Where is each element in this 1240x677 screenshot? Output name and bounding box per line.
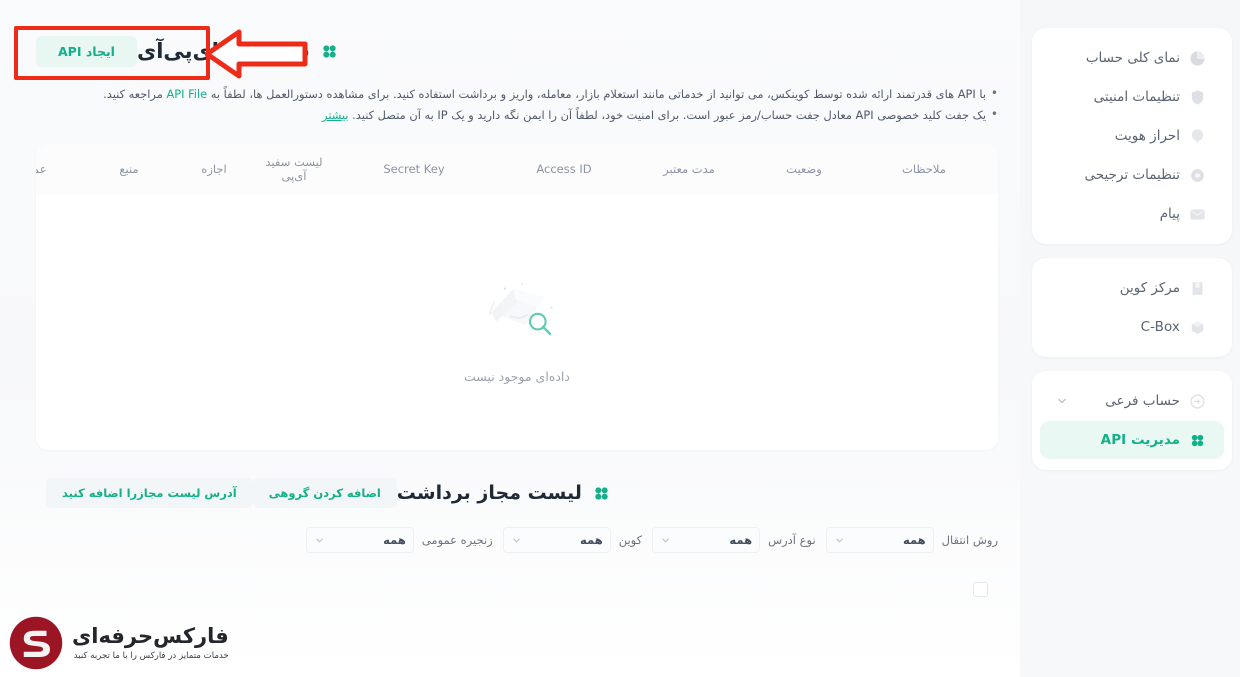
four-dots-icon — [320, 42, 339, 61]
sidebar-item-coin-center[interactable]: مرکز کوین — [1040, 269, 1224, 307]
api-file-link[interactable]: API File — [166, 87, 207, 101]
column-header-status: وضعیت — [786, 162, 822, 176]
select-value: همه — [902, 533, 926, 547]
coin-stack-icon — [1189, 280, 1206, 297]
chain-filter: زنجیره عمومی همه — [305, 527, 493, 553]
badge-check-icon — [1189, 128, 1206, 145]
notice-list: با API های قدرتمند ارائه شده توسط کوینکس… — [36, 83, 998, 126]
sidebar-item-label: مرکز کوین — [1119, 280, 1180, 296]
watermark-logo: فارکس‌حرفه‌ای خدمات متمایز در فارکس را ب… — [8, 615, 229, 671]
sidebar-item-sub-account[interactable]: حساب فرعی — [1040, 382, 1224, 420]
sidebar: نمای کلی حساب تنظیمات امنیتی احراز هویت … — [1020, 0, 1240, 677]
box-icon — [1189, 319, 1206, 336]
sidebar-item-account-overview[interactable]: نمای کلی حساب — [1040, 39, 1224, 77]
chevron-down-icon — [314, 535, 325, 546]
select-value: همه — [729, 533, 753, 547]
shield-icon — [1189, 89, 1206, 106]
page-header: فهرست ای‌پی‌آی ایجاد API — [36, 22, 998, 80]
filter-label: زنجیره عمومی — [421, 533, 493, 547]
address-type-filter: نوع آدرس همه — [652, 527, 816, 553]
add-whitelist-address-button[interactable]: آدرس لیست مجازرا اضافه کنید — [46, 478, 253, 508]
withdraw-filters: روش انتقال همه نوع آدرس همه کوین همه زنج… — [36, 524, 998, 556]
sidebar-item-preferences[interactable]: تنظیمات ترجیحی — [1040, 156, 1224, 194]
page-title: فهرست ای‌پی‌آی — [137, 39, 339, 63]
column-header-notes: ملاحظات — [902, 162, 946, 176]
column-header-access-id: Access ID — [536, 162, 592, 176]
notice-item-2: یک جفت کلید خصوصی API معادل جفت حساب/رمز… — [36, 104, 998, 126]
chevron-down-icon[interactable] — [1054, 395, 1068, 407]
sliders-icon — [1189, 167, 1206, 184]
withdraw-section-header: لیست مجاز برداشت اضافه کردن گروهی آدرس ل… — [36, 476, 998, 510]
column-header-valid: مدت معتبر — [663, 162, 715, 176]
address-type-select[interactable]: همه — [652, 527, 761, 553]
empty-state: داده‌ای موجود نیست — [36, 194, 998, 450]
main-content: فهرست ای‌پی‌آی ایجاد API با API های قدرت… — [0, 0, 1020, 677]
api-table-header: ملاحظات وضعیت مدت معتبر Access ID Secret… — [36, 144, 998, 194]
watermark-title: فارکس‌حرفه‌ای — [72, 623, 229, 648]
sidebar-item-security-settings[interactable]: تنظیمات امنیتی — [1040, 78, 1224, 116]
coin-select[interactable]: همه — [502, 527, 611, 553]
coin-filter: کوین همه — [502, 527, 643, 553]
sidebar-item-label: نمای کلی حساب — [1085, 50, 1180, 66]
filter-label: نوع آدرس — [768, 533, 816, 547]
four-dots-icon — [1189, 432, 1206, 449]
more-link[interactable]: بیشتر — [322, 108, 349, 122]
transfer-method-select[interactable]: همه — [825, 527, 934, 553]
select-value: همه — [383, 533, 406, 547]
empty-state-text: داده‌ای موجود نیست — [464, 368, 570, 384]
app-root: نمای کلی حساب تنظیمات امنیتی احراز هویت … — [0, 0, 1240, 677]
column-header-operations: عملیات — [36, 162, 47, 176]
filter-label: کوین — [618, 533, 643, 547]
withdraw-section-title: لیست مجاز برداشت — [397, 482, 611, 504]
chevron-down-icon — [834, 535, 845, 546]
sidebar-item-label: پیام — [1159, 206, 1180, 222]
sidebar-item-label: تنظیمات ترجیحی — [1084, 167, 1180, 183]
sidebar-item-label: حساب فرعی — [1105, 393, 1180, 409]
forex-s-logo — [9, 616, 63, 670]
withdraw-section-title-text: لیست مجاز برداشت — [396, 482, 582, 504]
sidebar-group-assets: مرکز کوین C-Box — [1032, 258, 1232, 357]
column-header-ip-whitelist: لیست سفید آی‌پی — [265, 155, 323, 183]
column-header-secret-key: Secret Key — [383, 162, 445, 176]
sidebar-group-api: حساب فرعی مدیریت API — [1032, 371, 1232, 470]
users-icon — [1189, 393, 1206, 410]
sidebar-item-messages[interactable]: پیام — [1040, 195, 1224, 233]
sidebar-group-account: نمای کلی حساب تنظیمات امنیتی احراز هویت … — [1032, 28, 1232, 244]
batch-add-button[interactable]: اضافه کردن گروهی — [252, 478, 397, 508]
select-all-row — [36, 582, 998, 597]
chevron-down-icon — [660, 535, 671, 546]
api-table-card: ملاحظات وضعیت مدت معتبر Access ID Secret… — [36, 144, 998, 450]
envelope-icon — [1189, 206, 1206, 223]
create-api-button[interactable]: ایجاد API — [36, 35, 137, 67]
empty-box-icon — [465, 261, 569, 355]
select-value: همه — [580, 533, 603, 547]
sidebar-item-label: مدیریت API — [1100, 432, 1180, 448]
notice-item-1: با API های قدرتمند ارائه شده توسط کوینکس… — [36, 83, 998, 105]
transfer-method-filter: روش انتقال همه — [825, 527, 998, 553]
column-header-source: منبع — [119, 162, 139, 176]
chain-select[interactable]: همه — [305, 527, 414, 553]
chevron-down-icon — [511, 535, 522, 546]
four-dots-icon — [592, 484, 611, 503]
select-all-checkbox[interactable] — [973, 582, 988, 597]
sidebar-item-label: C-Box — [1140, 319, 1180, 335]
filter-label: روش انتقال — [941, 533, 998, 547]
sidebar-item-kyc[interactable]: احراز هویت — [1040, 117, 1224, 155]
page-title-text: فهرست ای‌پی‌آی — [136, 39, 310, 63]
sidebar-item-label: احراز هویت — [1114, 128, 1180, 144]
sidebar-item-api-management[interactable]: مدیریت API — [1040, 421, 1224, 459]
watermark-text: فارکس‌حرفه‌ای خدمات متمایز در فارکس را ب… — [72, 624, 229, 663]
sidebar-item-cbox[interactable]: C-Box — [1040, 308, 1224, 346]
pie-chart-icon — [1189, 50, 1206, 67]
watermark-subtitle: خدمات متمایز در فارکس را با ما تجربه کنی… — [73, 650, 229, 661]
column-header-permission: اجازه — [201, 162, 227, 176]
sidebar-item-label: تنظیمات امنیتی — [1093, 89, 1180, 105]
